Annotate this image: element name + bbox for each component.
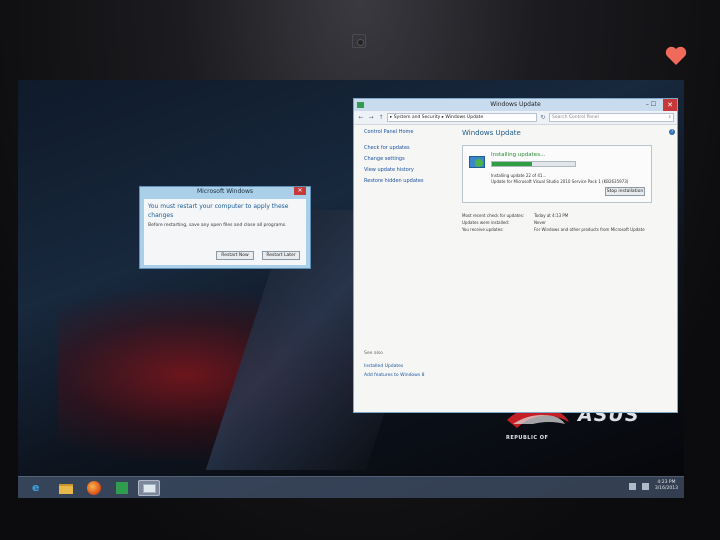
internet-explorer-icon: e	[32, 481, 40, 494]
sidebar-item-installed-updates[interactable]: Installed Updates	[364, 364, 403, 369]
clock-date: 3/16/2013	[654, 486, 678, 491]
dialog-close-button[interactable]: ✕	[294, 187, 306, 195]
up-button[interactable]: ↑	[377, 114, 385, 121]
system-tray: 4:23 PM 3/16/2013	[628, 480, 678, 492]
forward-button[interactable]: →	[367, 114, 375, 121]
sidebar-item-check-updates[interactable]: Check for updates	[364, 145, 444, 151]
info-value: Never	[534, 220, 546, 225]
search-input[interactable]: Search Control Panel ⌕	[549, 113, 674, 122]
address-bar: ← → ↑ ▸ System and Security ▸ Windows Up…	[354, 111, 677, 125]
info-row: Updates were installed: Never	[462, 220, 667, 225]
progress-fill	[492, 162, 532, 166]
search-placeholder: Search Control Panel	[552, 115, 599, 120]
back-button[interactable]: ←	[357, 114, 365, 121]
install-progress-panel: Installing updates... Installing update …	[462, 145, 652, 203]
minimize-maximize-buttons[interactable]: – ☐	[640, 99, 662, 111]
taskbar-internet-explorer[interactable]: e	[28, 480, 48, 496]
clock[interactable]: 4:23 PM 3/16/2013	[655, 480, 678, 492]
firefox-icon	[87, 481, 101, 495]
install-progress-bar	[491, 161, 576, 167]
network-icon[interactable]	[628, 482, 636, 490]
dialog-body: You must restart your computer to apply …	[144, 199, 306, 265]
window-title: Windows Update	[490, 101, 541, 108]
sidebar-item-home[interactable]: Control Panel Home	[364, 129, 444, 135]
sidebar-item-update-history[interactable]: View update history	[364, 167, 444, 173]
info-row: Most recent check for updates: Today at …	[462, 213, 667, 218]
window-icon	[143, 484, 156, 493]
see-also-label: See also	[364, 351, 383, 356]
breadcrumb[interactable]: ▸ System and Security ▸ Windows Update	[387, 113, 537, 122]
taskbar-firefox[interactable]	[84, 480, 104, 496]
heart-sticker-icon	[665, 46, 687, 65]
info-row: You receive updates: For Windows and oth…	[462, 227, 667, 232]
page-title: Windows Update	[462, 129, 521, 137]
info-value: For Windows and other products from Micr…	[534, 227, 645, 232]
windows-update-window: Windows Update – ☐ ✕ ← → ↑ ▸ System and …	[353, 98, 678, 413]
sidebar-item-add-features[interactable]: Add features to Windows 8	[364, 373, 425, 378]
help-icon[interactable]: ?	[669, 129, 675, 135]
install-status: Installing updates...	[491, 152, 546, 158]
restart-now-button[interactable]: Restart Now	[216, 251, 254, 260]
sidebar: Control Panel Home Check for updates Cha…	[364, 129, 444, 189]
restart-later-button[interactable]: Restart Later	[262, 251, 300, 260]
progress-update-name: Update for Microsoft Visual Studio 2010 …	[491, 179, 629, 184]
taskbar-file-explorer[interactable]	[56, 480, 76, 496]
folder-icon	[59, 484, 73, 494]
info-value: Today at 4:13 PM	[534, 213, 569, 218]
taskbar-store[interactable]	[112, 480, 132, 496]
store-icon	[116, 482, 128, 494]
dialog-title: Microsoft Windows	[197, 188, 253, 195]
control-panel-icon	[357, 102, 364, 108]
taskbar-control-panel[interactable]	[138, 480, 160, 496]
search-icon[interactable]: ⌕	[668, 114, 671, 121]
desktop: REPUBLIC OF ASUS Windows Update – ☐ ✕ ← …	[18, 80, 684, 498]
window-titlebar[interactable]: Windows Update – ☐ ✕	[354, 99, 677, 111]
rog-text: REPUBLIC OF	[506, 435, 549, 441]
main-content: Windows Update Installing updates... Ins…	[462, 129, 667, 232]
close-button[interactable]: ✕	[663, 99, 677, 111]
volume-icon[interactable]	[641, 482, 649, 490]
stop-installation-button[interactable]: Stop installation	[605, 187, 645, 196]
progress-count: Installing update 22 of 41...	[491, 173, 547, 178]
taskbar: e 4:23 PM 3/16/2013	[18, 476, 684, 498]
photo-background: REPUBLIC OF ASUS Windows Update – ☐ ✕ ← …	[0, 0, 720, 540]
update-shield-icon	[469, 156, 485, 168]
info-key: Most recent check for updates:	[462, 213, 525, 218]
restart-dialog: Microsoft Windows ✕ You must restart you…	[139, 186, 311, 269]
dialog-titlebar[interactable]: Microsoft Windows ✕	[140, 187, 310, 197]
sidebar-item-restore-hidden[interactable]: Restore hidden updates	[364, 178, 444, 184]
info-key: You receive updates:	[462, 227, 504, 232]
info-key: Updates were installed:	[462, 220, 510, 225]
dialog-message: You must restart your computer to apply …	[148, 203, 289, 219]
refresh-button[interactable]: ↻	[539, 114, 547, 121]
webcam-icon	[352, 34, 366, 48]
dialog-subtext: Before restarting, save any open files a…	[148, 223, 287, 228]
sidebar-item-change-settings[interactable]: Change settings	[364, 156, 444, 162]
